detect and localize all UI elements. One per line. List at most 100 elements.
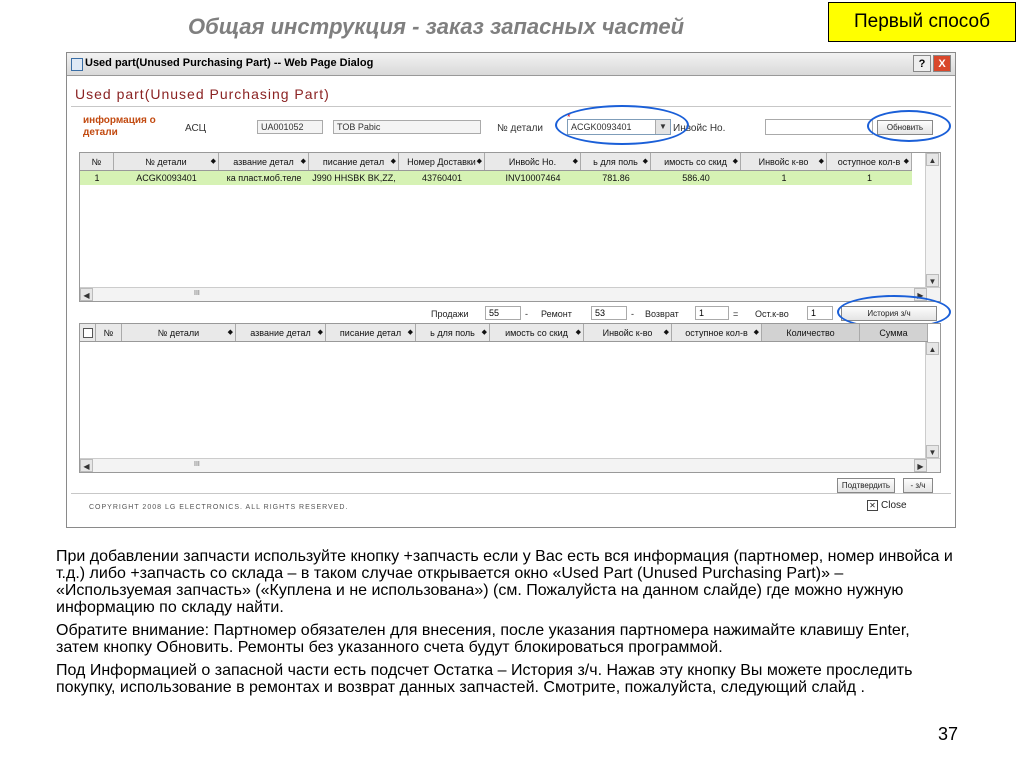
web-page-dialog: Used part(Unused Purchasing Part) -- Web…	[66, 52, 956, 528]
column-header[interactable]: оступное кол-в ◆	[672, 324, 762, 341]
table-cell: 781.86	[602, 173, 630, 183]
column-header-label: № детали	[157, 327, 200, 338]
table-cell: J990 HHSBK BK,ZZ,	[312, 173, 396, 183]
column-header[interactable]: азвание детал ◆	[236, 324, 326, 341]
divider	[71, 493, 951, 494]
help-button[interactable]: ?	[913, 55, 931, 72]
scroll-up-icon[interactable]: ▲	[926, 153, 939, 166]
column-header[interactable]: Инвойс Но. ◆	[485, 153, 581, 170]
window-close-button[interactable]: X	[933, 55, 951, 72]
dialog-titlebar: Used part(Unused Purchasing Part) -- Web…	[67, 53, 955, 76]
column-header-label: Сумма	[879, 327, 908, 338]
column-header-label: Количество	[786, 327, 835, 338]
column-header[interactable]: писание детал ◆	[309, 153, 399, 170]
sort-icon[interactable]: ◆	[408, 328, 413, 336]
column-header[interactable]: Сумма	[860, 324, 928, 341]
sort-icon[interactable]: ◆	[733, 157, 738, 165]
sort-icon[interactable]: ◆	[228, 328, 233, 336]
table-cell: 586.40	[682, 173, 710, 183]
sort-icon[interactable]: ◆	[819, 157, 824, 165]
column-header[interactable]: Количество	[762, 324, 860, 341]
scroll-left-icon[interactable]: ◀	[80, 288, 93, 301]
parts-grid: № № детали ◆ азвание детал ◆ писание детал ◆ Но…	[79, 152, 941, 302]
horizontal-scrollbar[interactable]: ◀ III ▶	[80, 287, 940, 301]
part-info-label-line2: детали	[83, 127, 118, 138]
column-header-label: Инвойс Но.	[508, 156, 557, 167]
sort-icon[interactable]: ◆	[664, 328, 669, 336]
column-header-label: писание детал	[322, 156, 385, 167]
slide-title: Общая инструкция - заказ запасных частей	[188, 14, 685, 39]
page-number: 37	[938, 724, 959, 744]
column-header[interactable]: ь для поль ◆	[581, 153, 651, 170]
column-header-label: №	[103, 327, 114, 338]
close-link[interactable]: ✕ Close	[867, 500, 907, 511]
scroll-down-icon[interactable]: ▼	[926, 274, 939, 287]
column-header-label: Номер Доставки	[407, 156, 476, 167]
column-header-label: № детали	[145, 156, 187, 167]
column-header-label: имость со скид	[664, 156, 727, 167]
sort-icon[interactable]: ◆	[477, 157, 482, 165]
page-icon	[71, 58, 83, 71]
column-header[interactable]: имость со скид ◆	[651, 153, 741, 170]
scroll-thumb-grip: III	[194, 461, 200, 468]
copyright-text: COPYRIGHT 2008 LG ELECTRONICS. ALL RIGHT…	[89, 504, 349, 511]
sort-icon[interactable]: ◆	[904, 157, 909, 165]
column-header[interactable]: азвание детал ◆	[219, 153, 309, 170]
horizontal-scrollbar[interactable]: ◀ III ▶	[80, 458, 940, 472]
column-header-label: писание детал	[339, 327, 402, 338]
asc-label: АСЦ	[185, 123, 207, 134]
column-header[interactable]: ь для поль ◆	[416, 324, 490, 341]
scroll-down-icon[interactable]: ▼	[926, 445, 939, 458]
sort-icon[interactable]: ◆	[211, 157, 216, 165]
slide-body: При добавлении запчасти используйте кноп…	[56, 548, 956, 702]
column-header[interactable]: Инвойс к-во ◆	[741, 153, 827, 170]
balance-label: Ост.к-во	[755, 309, 789, 319]
column-header-label: ь для поль	[593, 156, 638, 167]
column-header[interactable]: имость со скид ◆	[490, 324, 584, 341]
asc-name-field: TOB Pabic	[333, 120, 481, 134]
sort-icon[interactable]: ◆	[482, 328, 487, 336]
vertical-scrollbar[interactable]: ▲ ▼	[925, 342, 940, 458]
column-header[interactable]: Инвойс к-во ◆	[584, 324, 672, 341]
sales-value: 55	[485, 306, 521, 320]
column-header-label: оступное кол-в	[837, 156, 901, 167]
scroll-left-icon[interactable]: ◀	[80, 459, 93, 472]
remove-part-button[interactable]: - з/ч	[903, 478, 933, 493]
scroll-thumb-grip: III	[194, 290, 200, 297]
select-all-checkbox[interactable]	[80, 324, 96, 341]
column-header[interactable]: оступное кол-в ◆	[827, 153, 912, 170]
minus-sign: -	[525, 309, 528, 319]
table-cell: 1	[781, 173, 787, 183]
close-icon: ✕	[867, 500, 878, 511]
invoice-input[interactable]	[765, 119, 873, 135]
column-header[interactable]: № детали ◆	[114, 153, 219, 170]
table-row[interactable]: 1 ACGK0093401 ка пласт.моб.теле J990 HHSBK …	[80, 171, 912, 185]
sort-icon[interactable]: ◆	[754, 328, 759, 336]
table-cell: ACGK0093401	[136, 173, 197, 183]
balance-value: 1	[807, 306, 833, 320]
divider	[71, 106, 951, 107]
sort-icon[interactable]: ◆	[391, 157, 396, 165]
column-header[interactable]: Номер Доставки ◆	[399, 153, 485, 170]
vertical-scrollbar[interactable]: ▲ ▼	[925, 153, 940, 287]
column-header[interactable]: писание детал ◆	[326, 324, 416, 341]
sort-icon[interactable]: ◆	[643, 157, 648, 165]
column-header-label: имость со скид	[505, 327, 568, 338]
column-header[interactable]: №	[96, 324, 122, 341]
sort-icon[interactable]: ◆	[301, 157, 306, 165]
dialog-heading: Used part(Unused Purchasing Part)	[75, 86, 330, 102]
scroll-up-icon[interactable]: ▲	[926, 342, 939, 355]
paragraph: Под Информацией о запасной части есть по…	[56, 662, 913, 696]
scroll-right-icon[interactable]: ▶	[914, 459, 927, 472]
asc-code-field: UA001052	[257, 120, 323, 134]
paragraph: При добавлении запчасти используйте кноп…	[56, 548, 953, 616]
repair-label: Ремонт	[541, 309, 572, 319]
equals-sign: =	[733, 309, 739, 319]
sort-icon[interactable]: ◆	[318, 328, 323, 336]
column-header[interactable]: № детали ◆	[122, 324, 236, 341]
confirm-button[interactable]: Подтвердить	[837, 478, 895, 493]
sort-icon[interactable]: ◆	[573, 157, 578, 165]
column-header[interactable]: №	[80, 153, 114, 170]
sort-icon[interactable]: ◆	[576, 328, 581, 336]
column-header-label: Инвойс к-во	[602, 327, 653, 338]
